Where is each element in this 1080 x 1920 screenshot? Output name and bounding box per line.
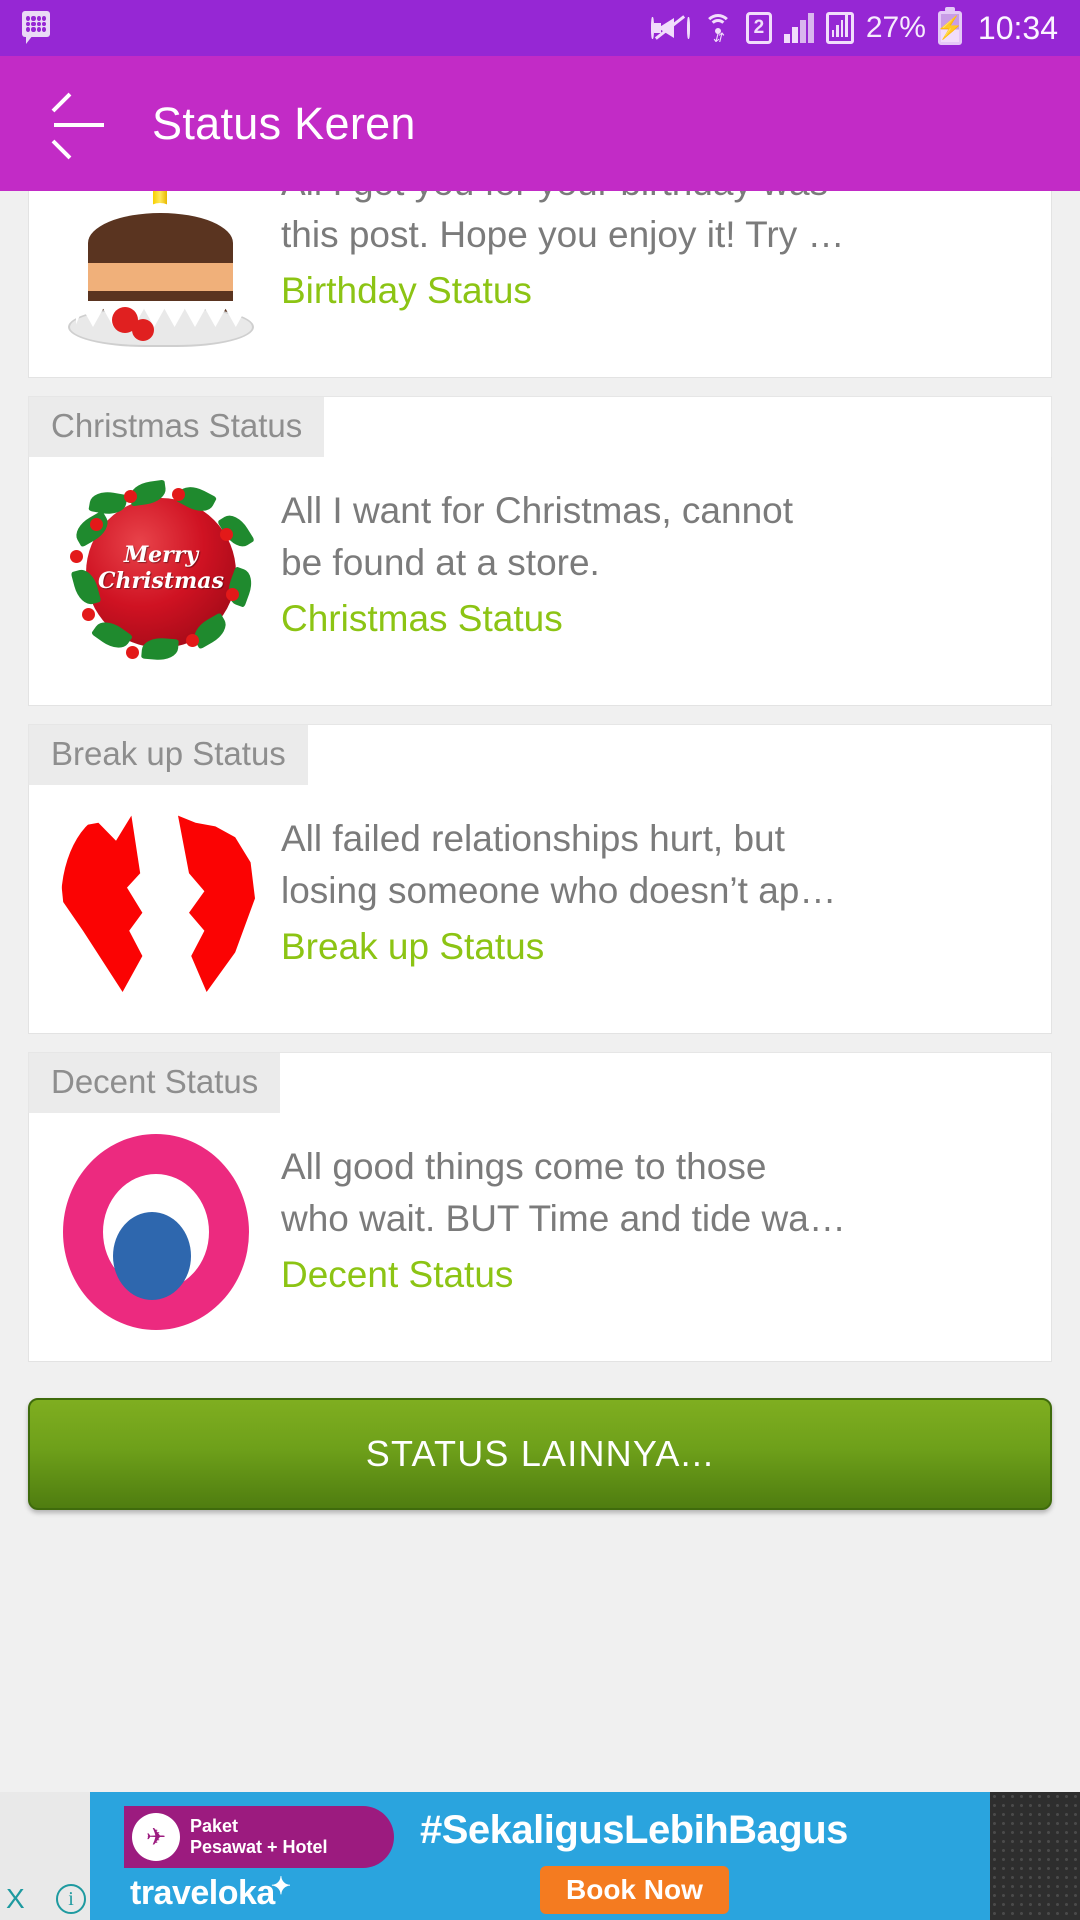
status-category-label: Birthday Status [281,270,532,311]
list-item-texts: All failed relationships hurt, but losin… [265,807,1025,975]
list-item-row[interactable]: Merry Christmas All I want for Christmas… [29,457,1051,705]
sim-slot-icon: 2 [745,12,772,44]
status-quote: All failed relationships hurt, but losin… [281,818,837,911]
status-category-label: Christmas Status [281,598,563,639]
close-icon[interactable]: X [6,1884,25,1914]
ad-hashtag: #SekaligusLebihBagus [420,1808,848,1852]
ad-cta-button[interactable]: Book Now [540,1866,729,1914]
list-item[interactable]: Merry Christmas All I want for Christmas… [28,457,1052,706]
ornament-text: Merry Christmas [98,542,224,594]
ad-banner[interactable]: ✈ Paket Pesawat + Hotel traveloka✦ #Seka… [90,1792,990,1920]
status-quote: All I want for Christmas, cannot be foun… [281,490,794,583]
status-bar-right: ⇵ 2 27% ⚡ 10:34 [650,10,1058,47]
section-header: Christmas Status [29,397,325,457]
list-item-row[interactable]: All I got you for your birthday was this… [29,191,1051,377]
section-header: Break up Status [29,725,308,785]
ad-controls: X i [0,1792,90,1920]
status-bar-left [22,11,650,45]
list-item[interactable]: All I got you for your birthday was this… [28,191,1052,378]
ad-right: #SekaligusLebihBagus Book Now [410,1792,990,1920]
signal-bars-icon [783,13,814,43]
ad-badge-text: Paket Pesawat + Hotel [190,1816,328,1858]
info-icon[interactable]: i [56,1884,86,1914]
christmas-ornament-icon: Merry Christmas [55,479,265,679]
decent-circle-icon [55,1134,265,1335]
list-item[interactable]: All good things come to those who wait. … [28,1113,1052,1362]
list-item-row[interactable]: All failed relationships hurt, but losin… [29,785,1051,1033]
battery-charging-icon: ⚡ [936,11,964,45]
signal-strength-boxed-icon [825,12,854,44]
battery-percent-label: 27% [865,11,926,44]
clock-label: 10:34 [977,9,1058,46]
status-category-label: Decent Status [281,1254,514,1295]
more-status-button[interactable]: STATUS LAINNYA... [28,1398,1052,1510]
status-bar: ⇵ 2 27% ⚡ 10:34 [0,0,1080,56]
birthday-cake-icon [55,191,265,351]
ad-badge: ✈ Paket Pesawat + Hotel [124,1806,394,1868]
page-title: Status Keren [152,97,416,149]
status-quote: All I got you for your birthday was this… [281,191,845,255]
ad-badge-line2: Pesawat + Hotel [190,1837,328,1857]
section-christmas: Christmas Status [28,396,1052,457]
ad-left: ✈ Paket Pesawat + Hotel traveloka✦ [90,1792,410,1920]
more-button-wrap: STATUS LAINNYA... [0,1380,1080,1510]
section-decent: Decent Status [28,1052,1052,1113]
status-quote: All good things come to those who wait. … [281,1146,846,1239]
list-item-texts: All I got you for your birthday was this… [265,191,1025,319]
bbm-message-icon [22,11,52,45]
section-header: Decent Status [29,1053,281,1113]
ad-badge-line1: Paket [190,1816,239,1836]
volume-mute-icon [650,12,690,44]
status-category-label: Break up Status [281,926,545,967]
back-arrow-icon[interactable] [48,92,110,159]
list-item-texts: All good things come to those who wait. … [265,1135,1025,1303]
section-breakup: Break up Status [28,724,1052,785]
ad-container: X i ✈ Paket Pesawat + Hotel traveloka✦ #… [0,1792,1080,1920]
ad-brand-logo: traveloka✦ [130,1873,291,1913]
broken-heart-icon [55,807,265,1007]
status-list[interactable]: All I got you for your birthday was this… [0,191,1080,1520]
list-item-row[interactable]: All good things come to those who wait. … [29,1113,1051,1361]
wifi-icon: ⇵ [702,12,734,44]
plane-hotel-icon: ✈ [132,1813,180,1861]
app-bar: Status Keren [0,56,1080,191]
bird-icon: ✦ [270,1873,291,1900]
ad-brand-text: traveloka [130,1874,275,1912]
list-item-texts: All I want for Christmas, cannot be foun… [265,479,1025,647]
list-item[interactable]: All failed relationships hurt, but losin… [28,785,1052,1034]
